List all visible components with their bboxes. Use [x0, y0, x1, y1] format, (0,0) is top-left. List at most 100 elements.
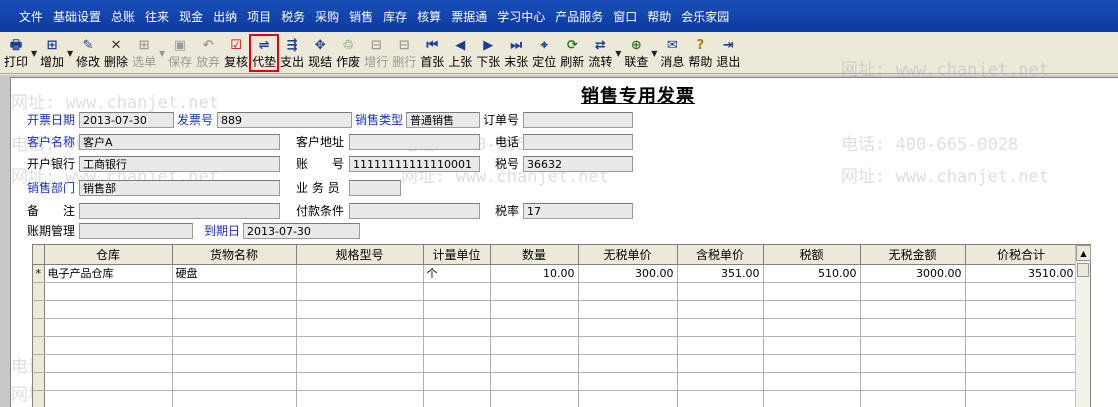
grid-cell[interactable]: [423, 372, 491, 391]
grid-cell[interactable]: [860, 372, 966, 391]
grid-cell[interactable]: [490, 372, 579, 391]
grid-cell[interactable]: [490, 336, 579, 355]
menu-item[interactable]: 销售: [344, 8, 378, 25]
menu-item[interactable]: 帮助: [642, 8, 676, 25]
grid-cell[interactable]: [578, 354, 678, 373]
remark-field[interactable]: [79, 203, 280, 219]
select-dropdown[interactable]: ▼: [158, 35, 166, 71]
scroll-thumb[interactable]: [1077, 263, 1089, 277]
grid-cell[interactable]: [860, 282, 966, 301]
flow-dropdown[interactable]: ▼: [614, 35, 622, 71]
void-button[interactable]: ♲ 作废: [334, 35, 362, 71]
discard-button[interactable]: ↶ 放弃: [194, 35, 222, 71]
grid-cell[interactable]: [296, 372, 424, 391]
grid-cell[interactable]: [677, 354, 764, 373]
table-row-empty[interactable]: [33, 336, 1078, 355]
grid-cell[interactable]: [677, 336, 764, 355]
grid-cell[interactable]: [423, 336, 491, 355]
grid-cell[interactable]: [423, 318, 491, 337]
menu-item[interactable]: 总账: [106, 8, 140, 25]
last-button[interactable]: ⏭ 末张: [502, 35, 530, 71]
locate-button[interactable]: ⌖ 定位: [530, 35, 558, 71]
menu-item[interactable]: 票据通: [446, 8, 492, 25]
grid-cell[interactable]: [296, 318, 424, 337]
grid-cell[interactable]: [763, 336, 861, 355]
bank-field[interactable]: 工商银行: [79, 156, 280, 172]
grid-cell[interactable]: [763, 354, 861, 373]
customer-field[interactable]: 客户A: [79, 134, 280, 150]
grid-cell[interactable]: [578, 372, 678, 391]
grid-cell[interactable]: [763, 318, 861, 337]
grid-cell[interactable]: [172, 318, 297, 337]
column-header[interactable]: 计量单位: [423, 245, 491, 265]
account-field[interactable]: 11111111111110001: [349, 156, 480, 172]
first-button[interactable]: ⏮ 首张: [418, 35, 446, 71]
grid-cell[interactable]: [965, 336, 1078, 355]
grid-cell[interactable]: [965, 390, 1078, 407]
quantity-cell[interactable]: 10.00: [490, 264, 579, 283]
table-row-empty[interactable]: [33, 300, 1078, 319]
grid-cell[interactable]: [578, 300, 678, 319]
select-button[interactable]: ⊞ 选单: [130, 35, 158, 71]
settle-button[interactable]: ✥ 现结: [306, 35, 334, 71]
grid-cell[interactable]: [296, 354, 424, 373]
grid-cell[interactable]: [172, 336, 297, 355]
table-row-empty[interactable]: [33, 354, 1078, 373]
table-row-empty[interactable]: [33, 282, 1078, 301]
menu-item[interactable]: 会乐家园: [676, 8, 734, 25]
print-dropdown[interactable]: ▼: [30, 35, 38, 71]
period-field[interactable]: [79, 223, 193, 239]
address-field[interactable]: [349, 134, 480, 150]
review-button[interactable]: ☑ 复核: [222, 35, 250, 71]
expense-button[interactable]: ⇶ 支出: [278, 35, 306, 71]
grid-cell[interactable]: [490, 282, 579, 301]
grid-cell[interactable]: [677, 318, 764, 337]
phone-field[interactable]: [523, 134, 633, 150]
grid-cell[interactable]: [44, 318, 173, 337]
grid-cell[interactable]: [677, 390, 764, 407]
advance-button[interactable]: ⇌ 代垫: [249, 34, 280, 72]
refresh-button[interactable]: ⟳ 刷新: [558, 35, 586, 71]
grid-cell[interactable]: [763, 300, 861, 319]
grid-cell[interactable]: [860, 336, 966, 355]
grid-cell[interactable]: [490, 300, 579, 319]
grid-cell[interactable]: [860, 300, 966, 319]
save-button[interactable]: ▣ 保存: [166, 35, 194, 71]
grid-cell[interactable]: [965, 300, 1078, 319]
grid-cell[interactable]: [578, 390, 678, 407]
grid-cell[interactable]: [172, 390, 297, 407]
column-header[interactable]: 税额: [763, 245, 861, 265]
column-header[interactable]: 含税单价: [677, 245, 764, 265]
grid-cell[interactable]: [965, 318, 1078, 337]
grid-cell[interactable]: [172, 300, 297, 319]
grid-cell[interactable]: [763, 372, 861, 391]
total-cell[interactable]: 3510.00: [965, 264, 1078, 283]
grid-cell[interactable]: [296, 336, 424, 355]
print-button[interactable]: 🖶 打印: [2, 35, 30, 71]
grid-cell[interactable]: [490, 354, 579, 373]
dept-field[interactable]: 销售部: [79, 180, 280, 196]
grid-cell[interactable]: [677, 282, 764, 301]
column-header[interactable]: 规格型号: [296, 245, 424, 265]
help-button[interactable]: ? 帮助: [686, 35, 714, 71]
column-header[interactable]: 无税金额: [860, 245, 966, 265]
table-row-empty[interactable]: [33, 390, 1078, 407]
price-cell[interactable]: 300.00: [578, 264, 678, 283]
menu-item[interactable]: 文件: [14, 8, 48, 25]
menu-item[interactable]: 出纳: [208, 8, 242, 25]
delete-row-button[interactable]: ⊟ 删行: [390, 35, 418, 71]
menu-item[interactable]: 核算: [412, 8, 446, 25]
salesman-field[interactable]: [349, 180, 401, 196]
exit-button[interactable]: ⇥ 退出: [714, 35, 742, 71]
grid-cell[interactable]: [423, 300, 491, 319]
grid-cell[interactable]: [44, 336, 173, 355]
grid-cell[interactable]: [578, 336, 678, 355]
warehouse-cell[interactable]: 电子产品仓库: [44, 264, 173, 283]
invoice-no-field[interactable]: 889: [217, 112, 352, 128]
grid-cell[interactable]: [44, 300, 173, 319]
amount-cell[interactable]: 3000.00: [860, 264, 966, 283]
column-header[interactable]: 数量: [490, 245, 579, 265]
grid-cell[interactable]: [490, 390, 579, 407]
invoice-date-field[interactable]: 2013-07-30: [79, 112, 174, 128]
grid-cell[interactable]: [860, 354, 966, 373]
